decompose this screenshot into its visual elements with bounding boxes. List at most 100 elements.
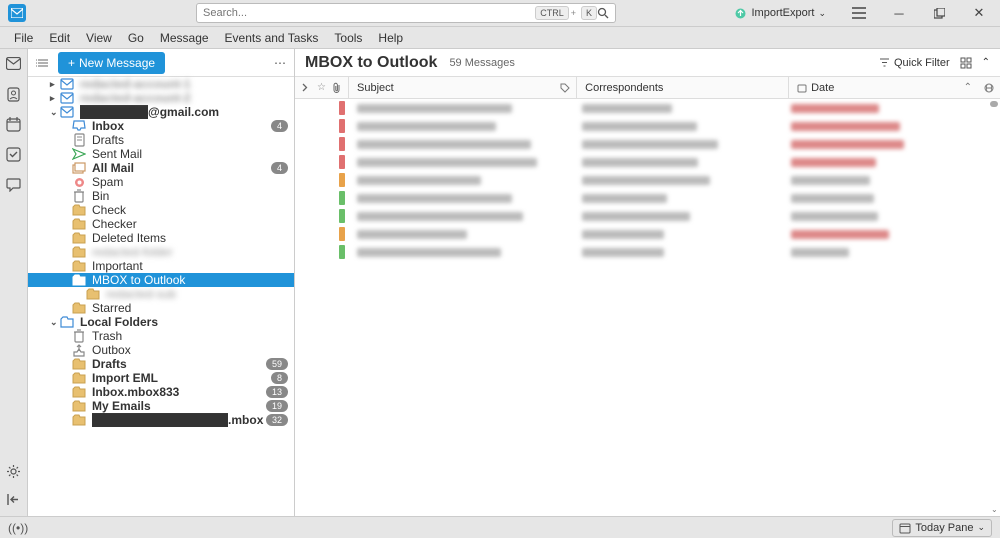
tree-chevron-icon[interactable]: ▸: [50, 79, 60, 90]
message-row[interactable]: [295, 117, 1000, 135]
local-folders-root[interactable]: ⌄ Local Folders: [28, 315, 294, 329]
online-status-icon[interactable]: ((•)): [8, 521, 28, 535]
folder-check[interactable]: Check: [28, 203, 294, 217]
tag-column-icon[interactable]: [560, 83, 570, 93]
account-item[interactable]: ▸redacted-account-1: [28, 77, 294, 91]
date-blur: [791, 122, 900, 131]
display-options-icon[interactable]: [960, 57, 972, 69]
menu-file[interactable]: File: [6, 29, 41, 47]
message-list[interactable]: ⌄: [295, 99, 1000, 516]
menubar: File Edit View Go Message Events and Tas…: [0, 27, 1000, 49]
import-export-label: ImportExport: [751, 7, 814, 19]
folder-label: Outbox: [92, 343, 288, 357]
date-blur: [791, 248, 849, 257]
local-folder-outbox[interactable]: Outbox: [28, 343, 294, 357]
message-row[interactable]: [295, 171, 1000, 189]
folder-label: Local Folders: [80, 315, 288, 329]
more-options-icon[interactable]: ⋯: [274, 56, 286, 70]
menu-view[interactable]: View: [78, 29, 120, 47]
menu-events-tasks[interactable]: Events and Tasks: [217, 29, 327, 47]
scroll-thumb[interactable]: [990, 101, 998, 107]
local-folder-inbox-mbox833[interactable]: Inbox.mbox83313: [28, 385, 294, 399]
tree-chevron-icon[interactable]: ⌄: [50, 107, 60, 118]
mail-rail-icon[interactable]: [6, 57, 22, 73]
folder-all-mail[interactable]: All Mail4: [28, 161, 294, 175]
account-item[interactable]: ⌄████████@gmail.com: [28, 105, 294, 119]
menu-edit[interactable]: Edit: [41, 29, 78, 47]
menu-message[interactable]: Message: [152, 29, 217, 47]
star-column-icon[interactable]: ☆: [317, 82, 326, 93]
message-row[interactable]: [295, 153, 1000, 171]
folder-redacted-sub[interactable]: redacted-sub: [28, 287, 294, 301]
menu-help[interactable]: Help: [370, 29, 411, 47]
folder-label: Spam: [92, 175, 288, 189]
folder-important[interactable]: Important: [28, 259, 294, 273]
local-folder-drafts[interactable]: Drafts59: [28, 357, 294, 371]
message-row[interactable]: [295, 135, 1000, 153]
date-column-label: Date: [811, 82, 834, 94]
search-icon[interactable]: [597, 7, 609, 19]
column-picker-icon[interactable]: [984, 83, 994, 93]
folder-sent-mail[interactable]: Sent Mail: [28, 147, 294, 161]
folder-redacted-folder[interactable]: redacted-folder: [28, 245, 294, 259]
thread-column-icon[interactable]: [302, 83, 311, 92]
folder-bin[interactable]: Bin: [28, 189, 294, 203]
spam-icon: [72, 175, 86, 189]
folder-spam[interactable]: Spam: [28, 175, 294, 189]
message-row[interactable]: [295, 225, 1000, 243]
calendar-rail-icon[interactable]: [6, 117, 22, 133]
sort-indicator-icon[interactable]: ⌃: [964, 82, 972, 93]
local-folder-import-eml[interactable]: Import EML8: [28, 371, 294, 385]
col-mini-icons[interactable]: ☆: [295, 77, 349, 98]
collapse-rail-icon[interactable]: [6, 492, 22, 508]
addressbook-rail-icon[interactable]: [6, 87, 22, 103]
quick-filter-button[interactable]: Quick Filter: [879, 57, 950, 69]
filter-icon: [879, 57, 890, 68]
folder-mbox-to-outlook[interactable]: MBOX to Outlook: [28, 273, 294, 287]
attachment-column-icon[interactable]: [332, 82, 341, 93]
menu-tools[interactable]: Tools: [326, 29, 370, 47]
folder-drafts[interactable]: Drafts: [28, 133, 294, 147]
local-folder-my-emails[interactable]: My Emails19: [28, 399, 294, 413]
message-row[interactable]: [295, 243, 1000, 261]
new-message-button[interactable]: + New Message: [58, 52, 165, 74]
allmail-icon: [72, 161, 86, 175]
hamburger-menu-icon[interactable]: [846, 2, 872, 24]
account-item[interactable]: ▸redacted-account-2: [28, 91, 294, 105]
chat-rail-icon[interactable]: [6, 177, 22, 193]
date-column-header[interactable]: Date ⌃: [789, 77, 1000, 98]
minimize-button[interactable]: ─: [886, 2, 912, 24]
folder-icon: [72, 245, 86, 259]
vertical-scrollbar[interactable]: ⌄: [988, 99, 1000, 516]
folder-starred[interactable]: Starred: [28, 301, 294, 315]
tasks-rail-icon[interactable]: [6, 147, 22, 163]
maximize-button[interactable]: [926, 2, 952, 24]
folder-inbox[interactable]: Inbox4: [28, 119, 294, 133]
subject-blur: [357, 140, 531, 149]
message-row[interactable]: [295, 207, 1000, 225]
local-folder-trash[interactable]: Trash: [28, 329, 294, 343]
correspondents-column-header[interactable]: Correspondents: [577, 77, 789, 98]
scroll-down-icon[interactable]: ⌄: [991, 505, 998, 514]
tree-chevron-icon[interactable]: ⌄: [50, 317, 60, 328]
today-pane-button[interactable]: Today Pane ⌄: [892, 519, 992, 537]
search-input[interactable]: [203, 7, 532, 19]
message-row[interactable]: [295, 189, 1000, 207]
folder-checker[interactable]: Checker: [28, 217, 294, 231]
import-export-button[interactable]: ImportExport ⌄: [728, 5, 832, 22]
settings-rail-icon[interactable]: [6, 464, 22, 480]
search-box[interactable]: CTRL + K: [196, 3, 616, 23]
app-icon[interactable]: [8, 4, 26, 22]
subject-column-header[interactable]: Subject: [349, 77, 577, 98]
message-row[interactable]: [295, 99, 1000, 117]
local-folder--mbox[interactable]: ████████████████.mbox32: [28, 413, 294, 427]
close-button[interactable]: ✕: [966, 2, 992, 24]
folder-deleted-items[interactable]: Deleted Items: [28, 231, 294, 245]
expand-up-icon[interactable]: ⌃: [982, 57, 990, 68]
kbd-k: K: [581, 6, 597, 20]
subject-blur: [357, 104, 512, 113]
folder-mode-icon[interactable]: [36, 57, 50, 69]
menu-go[interactable]: Go: [120, 29, 152, 47]
category-color-strip: [339, 173, 345, 187]
tree-chevron-icon[interactable]: ▸: [50, 93, 60, 104]
